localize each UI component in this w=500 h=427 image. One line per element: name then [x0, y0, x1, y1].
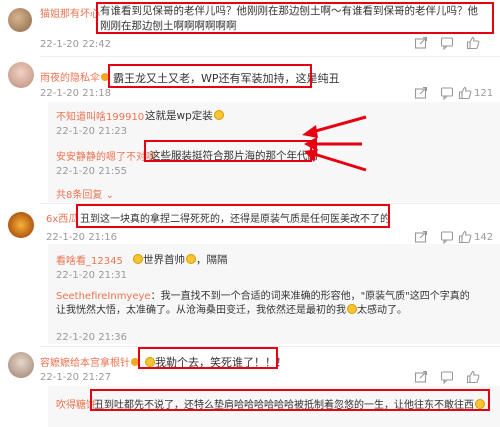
- reply-username[interactable]: 安安静静的嗯了不对嗯: [56, 148, 156, 163]
- reply-time: 22-1-20 21:55: [56, 166, 128, 177]
- reply-username[interactable]: SeethefireInmyeye: [56, 291, 151, 302]
- more-replies-link[interactable]: 共8条回复 ⌄: [56, 186, 114, 201]
- avatar[interactable]: [8, 8, 32, 32]
- like-icon[interactable]: [466, 36, 480, 50]
- reply-time: 22-1-20 21:31: [56, 270, 128, 281]
- comment-username[interactable]: 猫姐那有坏心: [40, 5, 100, 20]
- comment-time: 22-1-20 22:42: [40, 39, 112, 50]
- like-icon[interactable]: [458, 86, 472, 100]
- chevron-down-icon: ⌄: [105, 190, 114, 201]
- highlight-box: [90, 389, 490, 411]
- reply-text: 这就是wp定装: [145, 108, 224, 123]
- comment-icon[interactable]: [440, 370, 454, 384]
- comment-time: 22-1-20 21:27: [40, 372, 112, 383]
- like-icon[interactable]: [466, 370, 480, 384]
- emoji-icon: [133, 254, 143, 264]
- divider: [40, 56, 500, 57]
- share-icon[interactable]: [414, 86, 428, 100]
- avatar[interactable]: [8, 352, 34, 378]
- reply-text: SeethefireInmyeye：我一直找不到一个合适的词来准确的形容他，"原…: [56, 291, 470, 316]
- highlight-box: [138, 347, 278, 369]
- avatar[interactable]: [8, 212, 34, 238]
- reply-time: 22-1-20 21:23: [56, 126, 128, 137]
- comment-time: 22-1-20 21:18: [40, 88, 112, 99]
- share-icon[interactable]: [414, 230, 428, 244]
- emoji-icon: [213, 110, 224, 120]
- like-count: 142: [474, 232, 494, 243]
- comment-username[interactable]: 容嬷嬷给本宫拿根针: [40, 354, 139, 369]
- emoji-icon: [186, 254, 196, 264]
- share-icon[interactable]: [414, 36, 428, 50]
- like-icon[interactable]: [458, 230, 472, 244]
- annotation-arrows: [302, 115, 367, 172]
- highlight-box: [144, 140, 312, 162]
- comment-icon[interactable]: [440, 230, 454, 244]
- like-count: 121: [474, 88, 494, 99]
- highlight-box: [96, 2, 494, 34]
- comment-username[interactable]: 6x西瓜: [46, 210, 78, 225]
- highlight-box: [108, 64, 312, 88]
- reply-text: 世界首帅 ，隔隔: [132, 252, 228, 267]
- reply-username[interactable]: 看啥看_12345: [56, 252, 123, 267]
- highlight-box: [76, 204, 390, 228]
- comment-username[interactable]: 雨夜的隐私伞: [40, 69, 109, 84]
- emoji-icon: [347, 304, 357, 314]
- share-icon[interactable]: [414, 370, 428, 384]
- comment-icon[interactable]: [440, 86, 454, 100]
- avatar[interactable]: [8, 62, 34, 88]
- reply-time: 22-1-20 21:36: [56, 332, 128, 343]
- comment-time: 22-1-20 21:16: [46, 232, 118, 243]
- reply-username[interactable]: 不知道叫啥199910: [56, 108, 144, 123]
- comment-icon[interactable]: [440, 36, 454, 50]
